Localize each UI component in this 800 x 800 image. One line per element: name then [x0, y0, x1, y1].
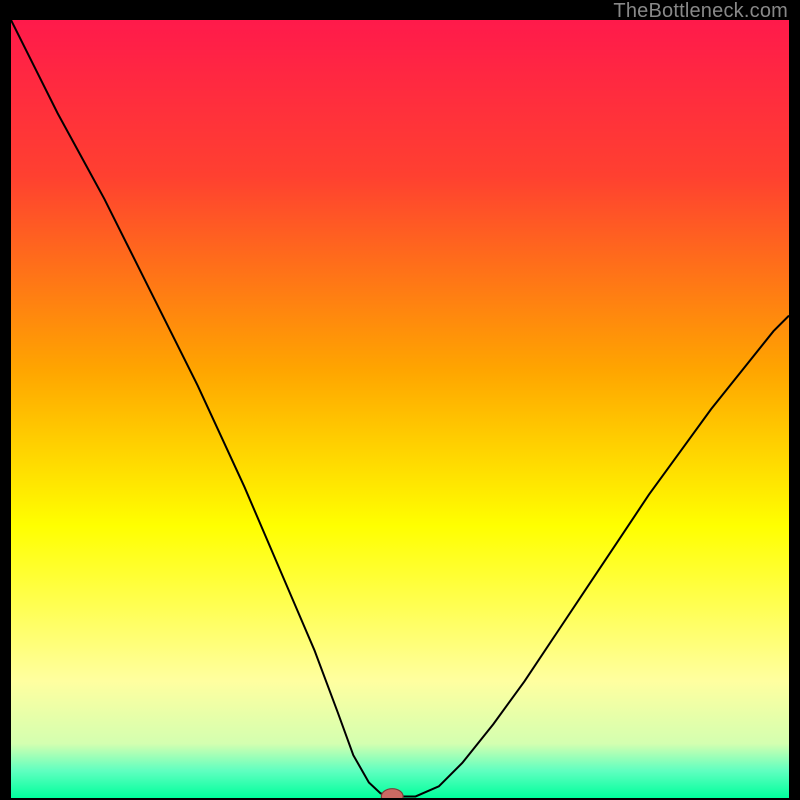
chart-frame — [11, 20, 789, 798]
chart-background — [11, 20, 789, 798]
bottleneck-chart — [11, 20, 789, 798]
